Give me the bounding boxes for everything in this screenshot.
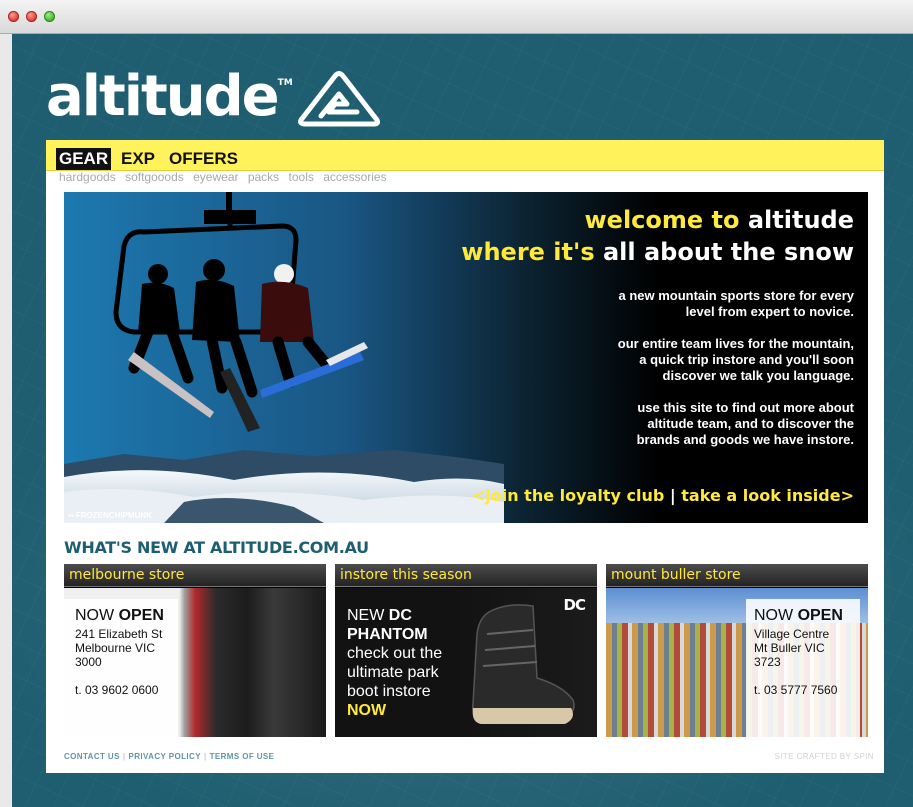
whats-new-heading: WHAT'S NEW AT ALTITUDE.COM.AU <box>64 538 369 557</box>
nav-offers[interactable]: OFFERS <box>169 148 238 170</box>
hero-heading-2: where it's all about the snow <box>461 238 854 266</box>
flickr-icon: ▪▪ <box>68 511 76 520</box>
loyalty-club-link[interactable]: <join the loyalty club <box>472 486 664 505</box>
page-background: altitude TM GEAR EXP OFFERS hardgoods so… <box>12 34 913 807</box>
cta-separator: | <box>669 486 676 505</box>
logo-text: altitude <box>46 64 280 129</box>
now-open-label: NOW OPEN <box>75 607 164 624</box>
privacy-policy-link[interactable]: PRIVACY POLICY <box>129 752 201 761</box>
hero-banner: welcome to altitude where it's all about… <box>64 192 868 523</box>
minimize-window-icon[interactable] <box>26 11 37 22</box>
take-a-look-link[interactable]: take a look inside> <box>681 486 854 505</box>
now-open-label: NOW OPEN <box>754 607 843 624</box>
close-window-icon[interactable] <box>8 11 19 22</box>
card-title: instore this season <box>335 564 597 587</box>
nav-exp[interactable]: EXP <box>121 148 155 170</box>
subnav-hardgoods[interactable]: hardgoods <box>59 170 116 184</box>
store-phone: t. 03 5777 7560 <box>754 683 838 697</box>
dc-logo-icon: DC <box>563 596 586 614</box>
sub-nav: hardgoods softgooods eyewear packs tools… <box>59 170 393 184</box>
subnav-accessories[interactable]: accessories <box>323 170 386 184</box>
store-address: 241 Elizabeth St Melbourne VIC 3000 <box>75 627 163 669</box>
nav-gear[interactable]: GEAR <box>56 148 112 170</box>
contact-us-link[interactable]: CONTACT US <box>64 752 120 761</box>
store-phone: t. 03 9602 0600 <box>75 683 159 697</box>
promo-copy: NEW DC PHANTOM check out the ultimate pa… <box>347 607 443 719</box>
altitude-logo[interactable]: altitude TM <box>46 62 381 132</box>
subnav-packs[interactable]: packs <box>248 170 279 184</box>
hero-cta-links: <join the loyalty club | take a look ins… <box>472 486 854 505</box>
mount-buller-store-card[interactable]: mount buller store NOW OPEN Village Cent… <box>606 564 868 737</box>
terms-of-use-link[interactable]: TERMS OF USE <box>210 752 275 761</box>
card-title: melbourne store <box>64 564 326 587</box>
mountain-logo-icon <box>297 71 380 127</box>
subnav-softgoods[interactable]: softgooods <box>125 170 184 184</box>
store-info-box: NOW OPEN Village Centre Mt Buller VIC 37… <box>746 599 860 737</box>
hero-paragraph-3: use this site to find out more about alt… <box>636 400 854 447</box>
card-title: mount buller store <box>606 564 868 587</box>
main-nav-bar: GEAR EXP OFFERS <box>46 140 884 171</box>
subnav-eyewear[interactable]: eyewear <box>193 170 238 184</box>
snowboard-boot-image <box>471 604 575 724</box>
subnav-tools[interactable]: tools <box>289 170 314 184</box>
photo-credit: ▪▪ FROZENCHIPMUNK <box>68 511 152 520</box>
footer-links: CONTACT US | PRIVACY POLICY | TERMS OF USE <box>64 752 275 761</box>
melbourne-store-card[interactable]: melbourne store NOW OPEN 241 Elizabeth S… <box>64 564 326 737</box>
zoom-window-icon[interactable] <box>44 11 55 22</box>
hero-paragraph-2: our entire team lives for the mountain, … <box>617 336 854 383</box>
store-info-box: NOW OPEN 241 Elizabeth St Melbourne VIC … <box>64 599 178 737</box>
instore-this-season-card[interactable]: instore this season NEW DC PHANTOM check… <box>335 564 597 737</box>
hero-paragraph-1: a new mountain sports store for every le… <box>618 288 854 319</box>
browser-title-bar <box>0 0 913 34</box>
content-panel: GEAR EXP OFFERS hardgoods softgooods eye… <box>46 140 884 773</box>
logo-trademark: TM <box>277 78 293 88</box>
hero-heading-1: welcome to altitude <box>584 206 855 234</box>
site-credit[interactable]: SITE CRAFTED BY SPIN <box>775 752 874 761</box>
store-address: Village Centre Mt Buller VIC 3723 <box>754 627 830 669</box>
